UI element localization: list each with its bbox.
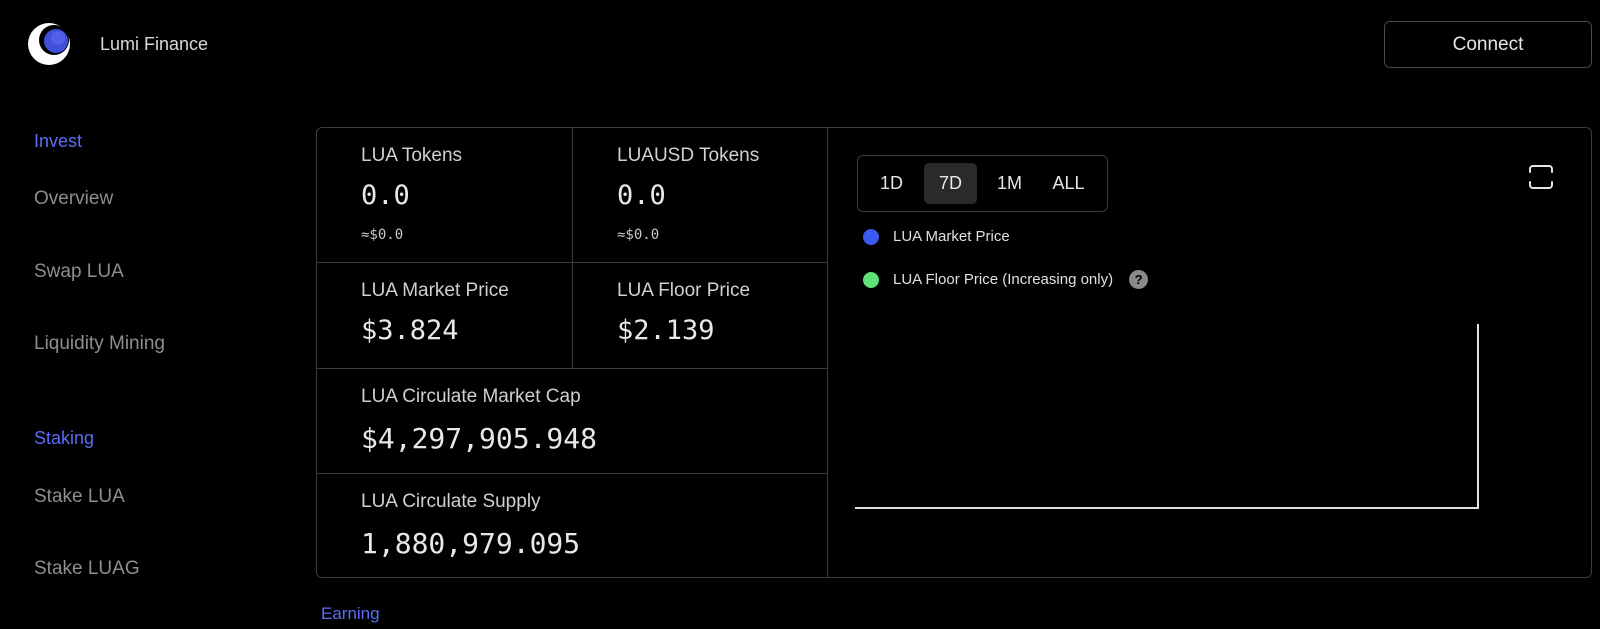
app-name[interactable]: Lumi Finance bbox=[100, 34, 208, 55]
stat-label: LUA Market Price bbox=[361, 280, 509, 301]
sidebar-item-stake-lua[interactable]: Stake LUA bbox=[34, 486, 125, 508]
stat-value: 0.0 bbox=[617, 180, 666, 211]
stat-usd-value: ≈$0.0 bbox=[617, 227, 660, 243]
section-earning: Earning bbox=[321, 604, 380, 623]
stat-label: LUA Floor Price bbox=[617, 280, 751, 301]
stat-value: 1,880,979.095 bbox=[361, 527, 581, 560]
time-range-selector: 1D 7D 1M ALL bbox=[857, 155, 1108, 212]
legend-floor-price: LUA Floor Price (Increasing only) ? bbox=[863, 270, 1149, 289]
sidebar-section-invest: Invest bbox=[34, 131, 83, 151]
stat-label: LUA Tokens bbox=[361, 145, 463, 166]
stat-value: 0.0 bbox=[361, 180, 410, 211]
moon-logo-icon[interactable] bbox=[27, 22, 71, 66]
stat-value: $4,297,905.948 bbox=[361, 422, 598, 455]
expand-icon[interactable] bbox=[1528, 164, 1554, 190]
stat-luausd-tokens: LUAUSD Tokens 0.0 ≈$0.0 bbox=[572, 128, 828, 263]
range-tab-all[interactable]: ALL bbox=[1042, 163, 1095, 204]
stat-label: LUA Circulate Supply bbox=[361, 491, 541, 512]
legend-market-price: LUA Market Price bbox=[863, 228, 1010, 245]
sidebar-section-staking: Staking bbox=[34, 428, 95, 448]
stat-market-cap: LUA Circulate Market Cap $4,297,905.948 bbox=[317, 369, 828, 474]
range-tab-1d[interactable]: 1D bbox=[865, 163, 918, 204]
top-bar: Lumi Finance Connect bbox=[0, 0, 1600, 96]
stat-lua-tokens: LUA Tokens 0.0 ≈$0.0 bbox=[317, 128, 572, 263]
legend-label: LUA Floor Price (Increasing only) bbox=[893, 271, 1114, 288]
stats-grid: LUA Tokens 0.0 ≈$0.0 LUAUSD Tokens 0.0 ≈… bbox=[317, 128, 828, 577]
legend-label: LUA Market Price bbox=[893, 228, 1010, 245]
price-chart-area: 1D 7D 1M ALL LUA Market Price LUA Floor … bbox=[829, 128, 1591, 577]
stat-label: LUA Circulate Market Cap bbox=[361, 386, 581, 407]
stat-market-price: LUA Market Price $3.824 bbox=[317, 263, 572, 369]
connect-button[interactable]: Connect bbox=[1384, 21, 1592, 68]
stat-value: $3.824 bbox=[361, 315, 459, 346]
sidebar-item-stake-luag[interactable]: Stake LUAG bbox=[34, 558, 140, 580]
stat-value: $2.139 bbox=[617, 315, 715, 346]
stat-label: LUAUSD Tokens bbox=[617, 145, 760, 166]
sidebar-item-swap-lua[interactable]: Swap LUA bbox=[34, 261, 124, 283]
sidebar: Invest Overview Swap LUA Liquidity Minin… bbox=[0, 100, 300, 629]
legend-dot-floor-price bbox=[863, 271, 879, 288]
range-tab-7d[interactable]: 7D bbox=[924, 163, 977, 204]
sidebar-item-liquidity-mining[interactable]: Liquidity Mining bbox=[34, 333, 165, 355]
sidebar-item-overview[interactable]: Overview bbox=[34, 188, 113, 210]
price-chart-plot bbox=[855, 324, 1491, 510]
stat-floor-price: LUA Floor Price $2.139 bbox=[572, 263, 828, 369]
stat-supply: LUA Circulate Supply 1,880,979.095 bbox=[317, 474, 828, 577]
overview-panel: LUA Tokens 0.0 ≈$0.0 LUAUSD Tokens 0.0 ≈… bbox=[316, 127, 1592, 578]
legend-dot-market-price bbox=[863, 228, 879, 245]
help-icon[interactable]: ? bbox=[1129, 270, 1149, 289]
range-tab-1m[interactable]: 1M bbox=[983, 163, 1036, 204]
stat-usd-value: ≈$0.0 bbox=[361, 227, 404, 243]
